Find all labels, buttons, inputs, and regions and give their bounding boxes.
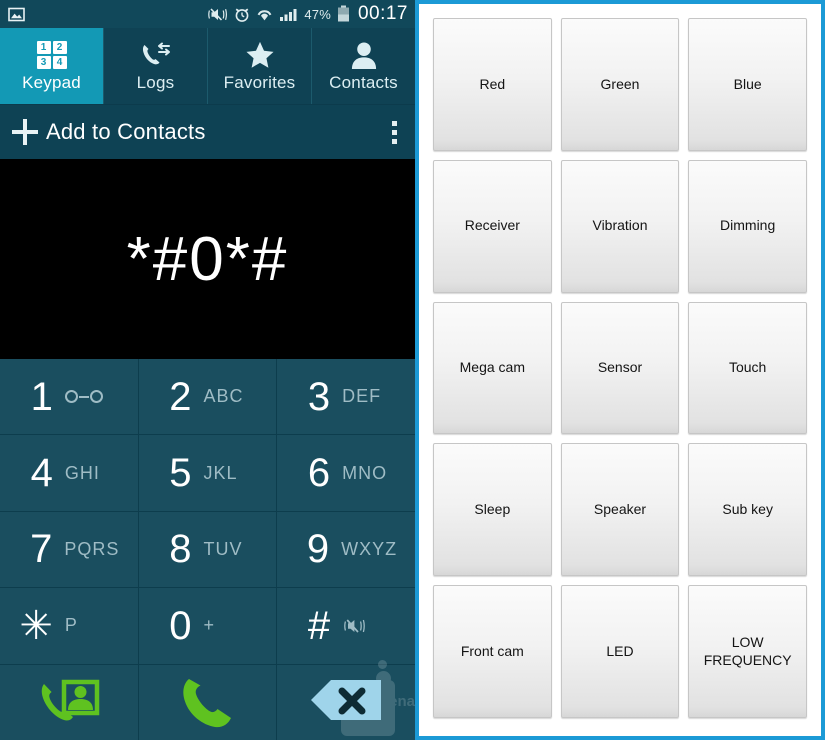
phone-dialer-panel: 47% 00:17 1 2 3 4 Keypad Logs Favorites … xyxy=(0,0,415,740)
key-star-letters: P xyxy=(64,615,78,636)
backspace-icon xyxy=(309,678,383,727)
vibrate-mute-icon xyxy=(342,616,396,636)
key-0-letters: + xyxy=(203,615,215,636)
overflow-dot xyxy=(392,120,397,126)
status-bar: 47% 00:17 xyxy=(0,0,415,28)
service-button-speaker[interactable]: Speaker xyxy=(560,443,680,577)
overflow-menu-icon[interactable] xyxy=(388,117,401,148)
overflow-dot xyxy=(392,129,397,135)
tab-keypad-label: Keypad xyxy=(22,73,81,92)
key-5-letters: JKL xyxy=(203,462,238,483)
tab-bar: 1 2 3 4 Keypad Logs Favorites Contacts xyxy=(0,28,415,104)
status-bar-right: 47% 00:17 xyxy=(208,3,408,25)
tab-contacts-label: Contacts xyxy=(329,73,398,92)
voicemail-icon xyxy=(64,390,119,404)
service-button-mega-cam[interactable]: Mega cam xyxy=(433,301,552,435)
key-4-letters: GHI xyxy=(64,462,100,483)
key-9[interactable]: 9 WXYZ xyxy=(277,511,415,588)
keypad-icon-digit-3: 3 xyxy=(36,56,51,69)
service-button-touch[interactable]: Touch xyxy=(688,301,807,435)
wifi-icon xyxy=(256,6,273,23)
status-bar-left xyxy=(8,6,25,23)
service-button-led[interactable]: LED xyxy=(560,585,680,718)
key-7-digit: 7 xyxy=(30,527,53,572)
key-4[interactable]: 4 GHI xyxy=(0,435,138,511)
key-6-letters: MNO xyxy=(342,462,388,483)
action-bar: Add to Contacts xyxy=(0,104,415,159)
vibrate-mute-icon xyxy=(208,6,228,23)
key-8-digit: 8 xyxy=(169,527,192,572)
tab-favorites-label: Favorites xyxy=(223,73,296,92)
call-log-icon xyxy=(139,39,173,69)
key-7[interactable]: 7 PQRS xyxy=(0,511,138,588)
signal-icon xyxy=(279,6,298,23)
image-icon xyxy=(8,6,25,23)
service-button-green[interactable]: Green xyxy=(560,18,680,151)
keypad-icon-digit-2: 2 xyxy=(52,41,67,54)
screenshot-root: 47% 00:17 1 2 3 4 Keypad Logs Favorites … xyxy=(0,0,825,740)
keypad-icon-digit-4: 4 xyxy=(52,56,67,69)
plus-icon[interactable] xyxy=(12,119,38,145)
service-button-sleep[interactable]: Sleep xyxy=(433,443,552,577)
service-button-sensor[interactable]: Sensor xyxy=(560,301,680,435)
video-call-icon xyxy=(37,676,101,728)
key-star-digit: ✳ xyxy=(19,603,53,648)
key-2-letters: ABC xyxy=(203,386,244,407)
tab-keypad[interactable]: 1 2 3 4 Keypad xyxy=(0,28,104,104)
key-7-letters: PQRS xyxy=(64,538,120,559)
key-5-digit: 5 xyxy=(169,451,192,496)
key-8-letters: TUV xyxy=(203,538,243,559)
dial-keypad: 1 2 ABC 3 DEF 4 GHI 5 JKL 6 MNO 7 PQRS 8… xyxy=(0,359,415,740)
clock-label: 00:17 xyxy=(357,3,408,24)
phone-handset-icon xyxy=(179,675,235,729)
service-button-vibration[interactable]: Vibration xyxy=(560,159,680,293)
service-button-receiver[interactable]: Receiver xyxy=(433,159,552,293)
key-1[interactable]: 1 xyxy=(0,359,138,435)
service-button-blue[interactable]: Blue xyxy=(688,18,807,151)
key-5[interactable]: 5 JKL xyxy=(138,435,277,511)
star-icon xyxy=(244,39,276,69)
key-6[interactable]: 6 MNO xyxy=(277,435,415,511)
service-button-sub-key[interactable]: Sub key xyxy=(688,443,807,577)
key-6-digit: 6 xyxy=(307,451,331,496)
alarm-icon xyxy=(234,6,250,23)
key-0-digit: 0 xyxy=(169,603,192,648)
key-1-digit: 1 xyxy=(30,374,53,419)
keypad-grid-icon: 1 2 3 4 xyxy=(36,39,67,69)
service-menu-grid: Red Green Blue Receiver Vibration Dimmin… xyxy=(433,18,807,718)
key-hash-digit: # xyxy=(307,603,331,648)
key-9-letters: WXYZ xyxy=(341,538,398,559)
backspace-button[interactable]: PhoneArena xyxy=(277,660,415,740)
tab-contacts[interactable]: Contacts xyxy=(312,28,415,104)
key-star[interactable]: ✳ P xyxy=(0,588,138,664)
call-button[interactable] xyxy=(138,664,277,740)
key-3-digit: 3 xyxy=(307,374,331,419)
service-button-red[interactable]: Red xyxy=(433,18,552,151)
service-menu-panel: Red Green Blue Receiver Vibration Dimmin… xyxy=(415,0,825,740)
key-9-digit: 9 xyxy=(306,527,330,572)
key-2-digit: 2 xyxy=(169,374,192,419)
key-2[interactable]: 2 ABC xyxy=(138,359,277,435)
add-to-contacts-button[interactable]: Add to Contacts xyxy=(46,119,206,145)
battery-icon xyxy=(337,5,350,23)
key-hash[interactable]: # xyxy=(277,588,415,664)
tab-logs[interactable]: Logs xyxy=(104,28,208,104)
tab-logs-label: Logs xyxy=(136,73,175,92)
dialed-number-text: *#0*# xyxy=(126,224,289,294)
keypad-icon-digit-1: 1 xyxy=(36,41,51,54)
key-4-digit: 4 xyxy=(30,451,53,496)
service-button-dimming[interactable]: Dimming xyxy=(688,159,807,293)
overflow-dot xyxy=(392,138,397,144)
service-button-low-frequency[interactable]: LOW FREQUENCY xyxy=(688,585,807,718)
video-call-button[interactable] xyxy=(0,664,138,740)
service-button-front-cam[interactable]: Front cam xyxy=(433,585,552,718)
key-3-letters: DEF xyxy=(342,386,382,407)
dialed-number-display[interactable]: *#0*# xyxy=(0,159,415,359)
key-8[interactable]: 8 TUV xyxy=(138,511,277,588)
key-3[interactable]: 3 DEF xyxy=(277,359,415,435)
person-icon xyxy=(350,39,378,69)
key-0[interactable]: 0 + xyxy=(138,588,277,664)
battery-percent-label: 47% xyxy=(304,6,331,22)
tab-favorites[interactable]: Favorites xyxy=(208,28,312,104)
